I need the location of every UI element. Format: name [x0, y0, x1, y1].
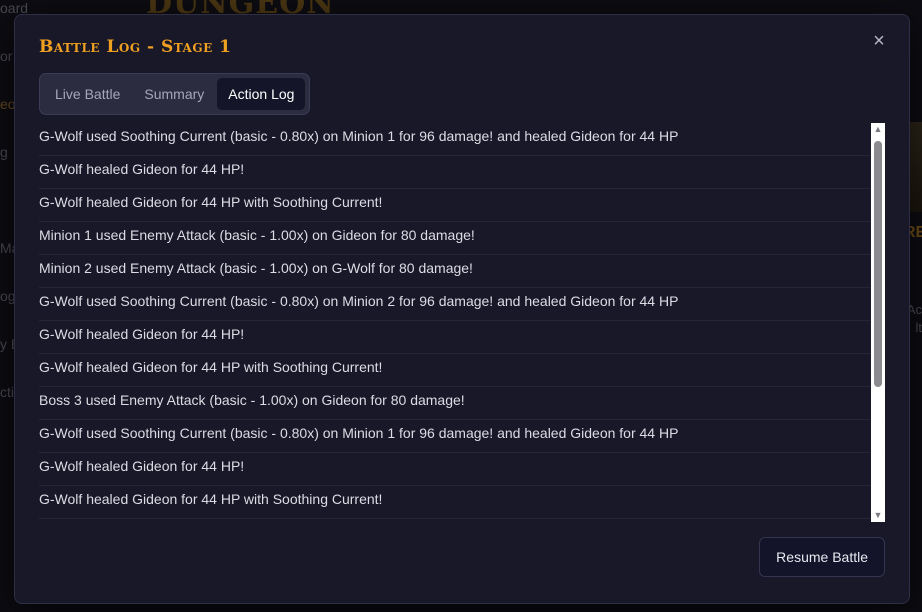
log-entry: G-Wolf used Soothing Current (basic - 0.… — [39, 420, 886, 453]
log-entry: G-Wolf healed Gideon for 44 HP! — [39, 156, 886, 189]
tab-bar: Live Battle Summary Action Log — [39, 73, 311, 115]
action-log-list: G-Wolf used Soothing Current (basic - 0.… — [39, 123, 886, 522]
tab-summary[interactable]: Summary — [133, 78, 215, 110]
battle-log-modal: Battle Log - Stage 1 × Live Battle Summa… — [14, 14, 910, 604]
tab-action-log[interactable]: Action Log — [217, 78, 306, 110]
log-entry: G-Wolf healed Gideon for 44 HP! — [39, 453, 886, 486]
log-entry: Boss 3 used Enemy Attack (basic - 1.00x)… — [39, 387, 886, 420]
modal-title: Battle Log - Stage 1 — [39, 37, 232, 57]
log-entry: G-Wolf healed Gideon for 44 HP! — [39, 321, 886, 354]
log-entry: G-Wolf used Soothing Current (basic - 0.… — [39, 288, 886, 321]
background-sidebar-item: or — [0, 48, 13, 64]
resume-battle-button[interactable]: Resume Battle — [759, 537, 885, 577]
log-entry: G-Wolf healed Gideon for 44 HP with Soot… — [39, 354, 886, 387]
log-entry: G-Wolf used Soothing Current (basic - 0.… — [39, 123, 886, 156]
log-entry: Minion 2 used Enemy Attack (basic - 1.00… — [39, 255, 886, 288]
background-right-text: lt — [915, 320, 922, 335]
log-entry: Minion 1 used Enemy Attack (basic - 1.00… — [39, 222, 886, 255]
close-icon[interactable]: × — [867, 29, 891, 53]
tab-live-battle[interactable]: Live Battle — [44, 78, 131, 110]
log-entry: G-Wolf healed Gideon for 44 HP with Soot… — [39, 486, 886, 519]
log-entry: G-Wolf healed Gideon for 44 HP with Soot… — [39, 189, 886, 222]
scroll-up-arrow-icon[interactable]: ▲ — [871, 123, 885, 136]
scroll-down-arrow-icon[interactable]: ▼ — [871, 509, 885, 522]
background-sidebar-item: g — [0, 144, 8, 160]
background-card-image — [908, 122, 922, 212]
log-scrollbar[interactable]: ▲ ▼ — [871, 123, 885, 522]
scrollbar-thumb[interactable] — [874, 141, 882, 387]
